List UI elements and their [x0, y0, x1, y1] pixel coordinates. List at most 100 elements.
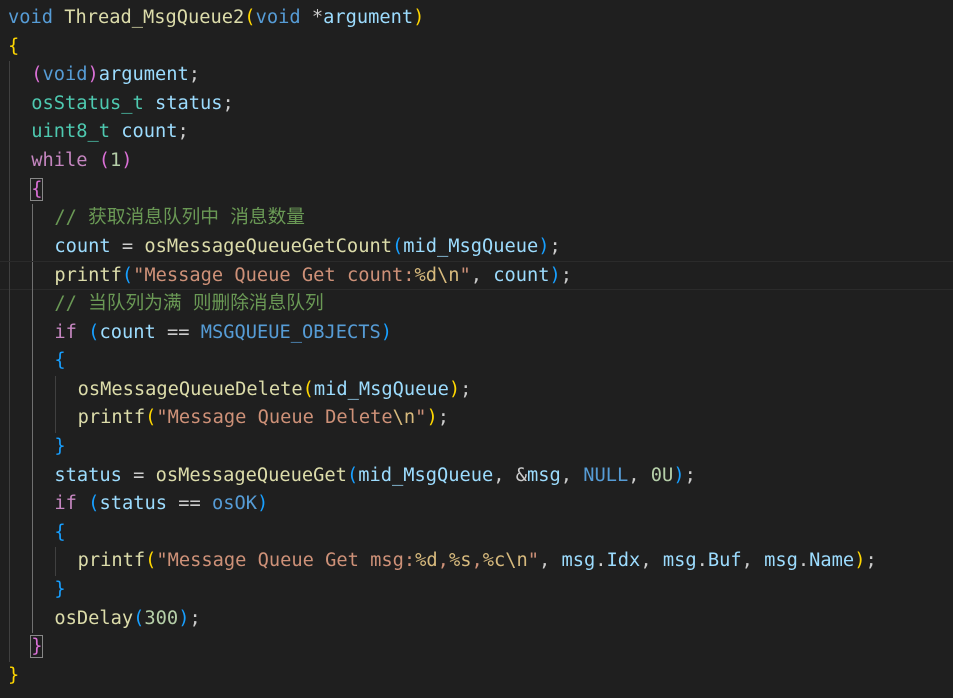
control-keyword: while: [31, 150, 88, 171]
indent-guide: [9, 576, 10, 605]
indent-guide: [9, 375, 10, 405]
indent-guide: [9, 204, 10, 233]
code-text: // 获取消息队列中 消息数量: [54, 204, 305, 233]
code-line[interactable]: osMessageQueueDelete(mid_MsgQueue);: [0, 375, 953, 405]
bracket: ): [87, 64, 99, 86]
variable: argument: [323, 7, 414, 28]
code-line[interactable]: {: [0, 175, 953, 205]
code-line[interactable]: while (1): [0, 147, 953, 176]
indent-guide: [32, 375, 34, 405]
indent-guide: [32, 290, 34, 319]
code-line[interactable]: }: [0, 633, 953, 662]
punctuation: ;: [460, 378, 472, 400]
bracket: ): [854, 550, 866, 572]
indent-guide: [9, 518, 10, 548]
code-line[interactable]: }: [0, 662, 953, 691]
bracket: ): [426, 407, 438, 429]
code-line[interactable]: printf("Message Queue Get msg:%d,%s,%c\n…: [0, 547, 953, 576]
code-line[interactable]: printf("Message Queue Get count:%d\n", c…: [0, 261, 953, 291]
indent-guide: [32, 318, 34, 348]
string-literal: "Message Queue Get count:: [133, 265, 415, 287]
string-literal: ,: [437, 550, 449, 572]
number-literal: 0U: [650, 464, 674, 486]
indent-guide: [55, 375, 57, 405]
variable: mid_MsgQueue: [403, 235, 539, 257]
punctuation: ,: [470, 265, 494, 287]
code-text: // 当队列为满 则删除消息队列: [54, 290, 323, 319]
code-text: count = osMessageQueueGetCount(mid_MsgQu…: [54, 233, 560, 262]
code-line[interactable]: }: [0, 576, 953, 605]
punctuation: ==: [155, 321, 201, 343]
punctuation: ;: [865, 550, 877, 572]
type-name: osStatus_t: [31, 92, 144, 114]
code-line[interactable]: // 当队列为满 则删除消息队列: [0, 290, 953, 319]
punctuation: ;: [549, 235, 561, 257]
code-line[interactable]: {: [0, 518, 953, 548]
variable: status: [54, 464, 122, 486]
control-keyword: if: [54, 321, 77, 343]
bracket: ): [256, 493, 269, 515]
variable: count: [54, 235, 111, 257]
code-line[interactable]: // 获取消息队列中 消息数量: [0, 204, 953, 233]
variable: msg: [561, 550, 596, 572]
indent-guide: [9, 490, 10, 519]
indent-guide: [9, 547, 10, 576]
control-keyword: if: [54, 493, 77, 515]
bracket: (: [391, 235, 404, 257]
punctuation: [110, 121, 121, 142]
indent-guide: [32, 404, 34, 433]
code-line[interactable]: status = osMessageQueueGet(mid_MsgQueue,…: [0, 461, 953, 491]
indent-guide: [9, 232, 10, 262]
code-text: {: [54, 519, 65, 548]
punctuation: ,: [628, 464, 651, 486]
code-line[interactable]: void Thread_MsgQueue2(void *argument): [0, 4, 953, 33]
indent-guide: [32, 347, 34, 376]
code-line[interactable]: osDelay(300);: [0, 604, 953, 634]
bracket: (: [121, 265, 134, 287]
code-text: {: [30, 176, 44, 205]
code-line[interactable]: {: [0, 33, 953, 62]
comment: // 获取消息队列中 消息数量: [54, 207, 305, 229]
bracket: }: [54, 436, 66, 457]
punctuation: ,: [539, 550, 562, 572]
indent-guide: [9, 433, 10, 462]
punctuation: ,: [560, 464, 584, 486]
bracket: }: [30, 635, 44, 659]
variable: Idx: [606, 550, 641, 572]
code-editor[interactable]: void Thread_MsgQueue2(void *argument){(v…: [0, 0, 953, 698]
code-line[interactable]: uint8_t count;: [0, 118, 953, 147]
code-line[interactable]: if (status == osOK): [0, 490, 953, 519]
punctuation: .: [797, 550, 810, 572]
bracket: (: [145, 407, 157, 429]
indent-guide: [9, 61, 10, 90]
number-literal: 300: [144, 607, 179, 629]
punctuation: .: [595, 550, 607, 572]
code-text: osDelay(300);: [54, 605, 200, 634]
bracket: (: [145, 550, 157, 572]
variable: mid_MsgQueue: [313, 378, 449, 400]
bracket: {: [30, 177, 44, 201]
indent-guide: [32, 204, 34, 233]
bracket: ): [673, 464, 685, 486]
indent-guide: [32, 518, 34, 548]
indent-guide: [9, 290, 10, 319]
code-line[interactable]: }: [0, 433, 953, 462]
bracket: ): [549, 265, 561, 287]
code-line[interactable]: {: [0, 347, 953, 376]
bracket: (: [88, 321, 100, 343]
code-line[interactable]: if (count == MSGQUEUE_OBJECTS): [0, 318, 953, 348]
code-line[interactable]: printf("Message Queue Delete\n");: [0, 404, 953, 433]
indent-guide: [9, 147, 10, 176]
code-line[interactable]: osStatus_t status;: [0, 89, 953, 119]
keyword: void: [8, 7, 54, 28]
code-line[interactable]: count = osMessageQueueGetCount(mid_MsgQu…: [0, 232, 953, 262]
bracket: ): [121, 150, 133, 171]
string-literal: ,: [471, 550, 483, 572]
punctuation: ,: [741, 550, 765, 572]
bracket: (: [133, 607, 145, 629]
indent-guide: [9, 461, 10, 491]
bracket: ): [448, 378, 461, 400]
macro-constant: MSGQUEUE_OBJECTS: [200, 321, 381, 343]
code-text: void Thread_MsgQueue2(void *argument): [8, 4, 424, 33]
code-line[interactable]: (void)argument;: [0, 61, 953, 90]
